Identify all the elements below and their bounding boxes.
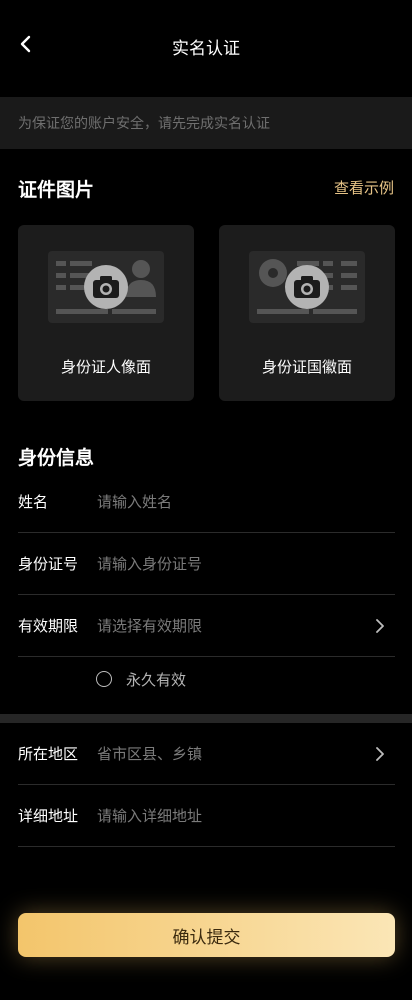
validity-row[interactable]: 有效期限 请选择有效期限 [18, 595, 395, 657]
chevron-right-icon [371, 745, 389, 763]
id-number-label: 身份证号 [18, 555, 79, 573]
name-input[interactable] [97, 471, 357, 533]
detail-address-input[interactable] [97, 785, 357, 847]
chevron-right-icon [371, 617, 389, 635]
id-front-label: 身份证人像面 [60, 358, 151, 376]
validity-select[interactable]: 请选择有效期限 [97, 595, 202, 657]
detail-address-label: 详细地址 [18, 807, 79, 825]
name-row: 姓名 [18, 471, 395, 533]
top-nav-bar: 实名认证 [0, 0, 412, 90]
id-front-upload-card[interactable]: 身份证人像面 [18, 225, 194, 401]
id-back-card-illustration [249, 251, 365, 323]
security-notice: 为保证您的账户安全，请先完成实名认证 [0, 97, 412, 149]
page-title: 实名认证 [172, 39, 240, 59]
id-back-upload-card[interactable]: 身份证国徽面 [219, 225, 395, 401]
name-label: 姓名 [18, 493, 49, 511]
region-select[interactable]: 省市区县、乡镇 [97, 723, 202, 785]
section-divider [0, 714, 412, 723]
id-back-label: 身份证国徽面 [261, 358, 352, 376]
permanent-label: 永久有效 [126, 670, 187, 689]
id-photos-section-title: 证件图片 [18, 179, 95, 201]
permanent-radio[interactable] [96, 671, 112, 687]
id-number-input[interactable] [97, 533, 357, 595]
region-row[interactable]: 所在地区 省市区县、乡镇 [18, 723, 395, 785]
validity-label: 有效期限 [18, 617, 79, 635]
security-notice-text: 为保证您的账户安全，请先完成实名认证 [18, 116, 270, 132]
submit-button[interactable]: 确认提交 [18, 913, 395, 957]
id-front-card-illustration [48, 251, 164, 323]
region-label: 所在地区 [18, 745, 79, 763]
identity-section-title: 身份信息 [18, 447, 95, 469]
id-number-row: 身份证号 [18, 533, 395, 595]
permanent-validity-option[interactable]: 永久有效 [96, 667, 186, 691]
view-example-link[interactable]: 查看示例 [334, 177, 394, 198]
detail-address-row: 详细地址 [18, 785, 395, 847]
